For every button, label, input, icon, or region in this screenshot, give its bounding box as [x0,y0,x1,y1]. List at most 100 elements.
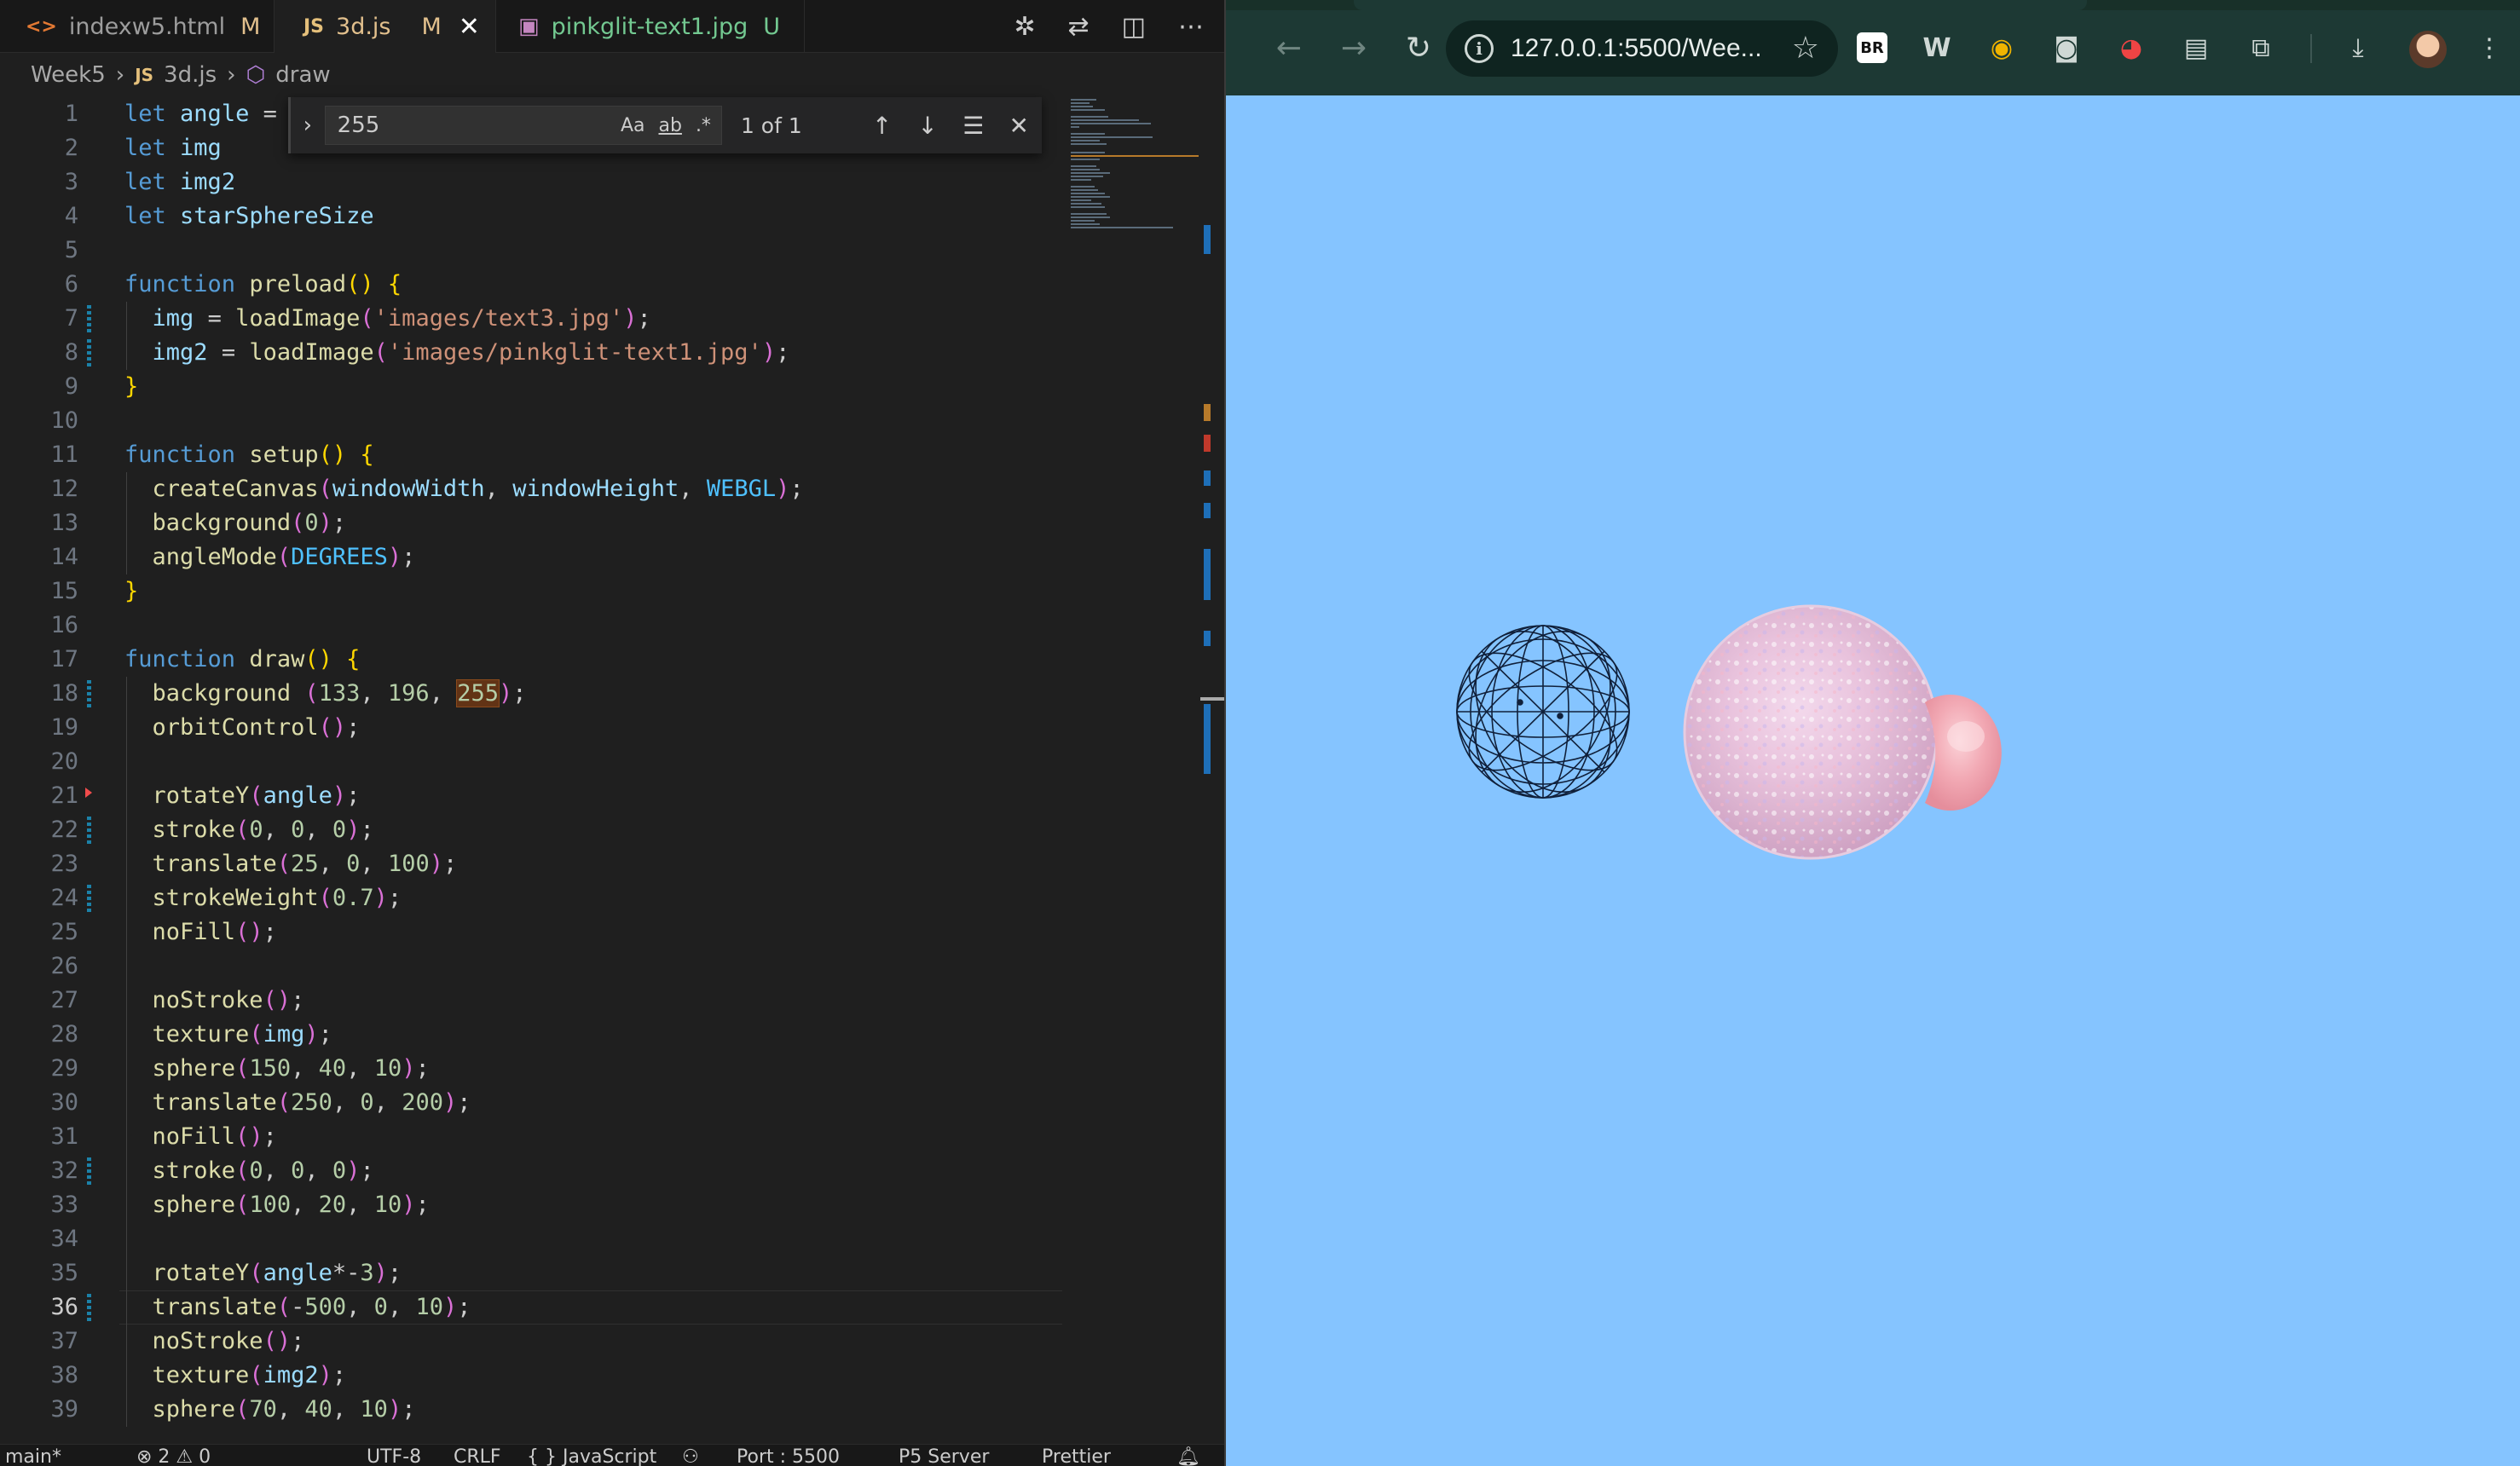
image-file-icon: ▣ [518,14,540,39]
code-line: 39 sphere(70, 40, 10); [0,1393,1224,1427]
breadcrumb-folder[interactable]: Week5 [31,62,106,88]
code-line: 7 img = loadImage('images/text3.jpg'); [0,302,1224,336]
p5-canvas[interactable] [1226,95,2520,1466]
document-extension-icon[interactable]: ▤ [2177,29,2215,66]
line-number: 23 [50,851,78,877]
code-line: 29 sphere(150, 40, 10); [0,1052,1224,1086]
line-number: 34 [50,1226,78,1252]
match-whole-word-icon[interactable]: ab [658,115,681,136]
encoding-indicator[interactable]: UTF-8 [367,1446,421,1466]
regex-icon[interactable]: .* [696,115,711,136]
line-number: 2 [64,135,78,161]
branch-indicator[interactable]: main* [5,1446,61,1466]
code-line: 23 translate(25, 0, 100); [0,847,1224,881]
webgl-scene [1456,604,2002,860]
js-file-icon: JS [303,15,325,38]
wireframe-sphere [1456,625,1630,799]
color-picker-extension-icon[interactable]: ◕ [2113,29,2150,66]
breadcrumb: Week5 › JS 3d.js › ⬡ draw [0,53,1224,97]
find-in-selection-icon[interactable]: ☰ [951,112,997,140]
code-line: 20 [0,745,1224,779]
w-extension-icon[interactable]: W [1918,29,1956,66]
code-line: 27 noStroke(); [0,984,1224,1018]
deleted-lines-marker[interactable] [85,788,92,798]
tab-pinkglit-jpg[interactable]: ▣ pinkglit-text1.jpg U [496,0,805,53]
close-icon[interactable]: ✕ [459,12,480,42]
line-number: 32 [50,1157,78,1184]
line-number: 12 [50,476,78,502]
code-line: 37 noStroke(); [0,1325,1224,1359]
line-number: 5 [64,237,78,263]
code-line: 13 background(0); [0,506,1224,540]
code-line: 25 noFill(); [0,915,1224,949]
line-number: 37 [50,1328,78,1354]
code-line: 16 [0,609,1224,643]
copilot-icon[interactable]: ⚇ [682,1446,699,1466]
split-editor-icon[interactable]: ◫ [1122,12,1146,42]
problems-indicator[interactable]: ⊗ 2 ⚠ 0 [136,1446,211,1466]
code-line: 21 rotateY(angle); [0,779,1224,813]
breadcrumb-file[interactable]: 3d.js [164,62,217,88]
compare-changes-icon[interactable]: ⇄ [1068,12,1089,42]
p5-server-indicator[interactable]: P5 Server [899,1446,989,1466]
tab-label: indexw5.html [68,13,226,40]
line-number: 26 [50,953,78,979]
find-input[interactable]: 255 Aa ab .* [324,106,722,145]
bookmark-star-icon[interactable]: ☆ [1792,31,1819,66]
site-info-icon[interactable]: i [1465,34,1494,63]
br-extension-icon[interactable]: BR [1857,32,1887,63]
code-editor: <> indexw5.html M JS 3d.js M ✕ ▣ pinkgli… [0,0,1224,1466]
glitter-sphere [1683,604,1939,860]
puzzle-extensions-icon[interactable]: ⧉ [2242,29,2280,66]
port-indicator[interactable]: Port : 5500 [737,1446,840,1466]
extensions-icon[interactable]: ✲ [1014,12,1035,42]
code-line: 22 stroke(0, 0, 0); [0,813,1224,847]
prettier-indicator[interactable]: Prettier [1042,1446,1111,1466]
tab-label: 3d.js [336,13,391,40]
reload-icon[interactable]: ↻ [1395,24,1442,72]
camera-extension-icon[interactable]: ◙ [2048,29,2085,66]
code-line: 17 function draw() { [0,643,1224,677]
code-line: 15} [0,574,1224,609]
download-icon[interactable]: ⤓ [2339,29,2377,66]
tab-status: M [421,13,442,40]
line-number: 35 [50,1260,78,1286]
arrow-down-icon[interactable]: ↓ [905,112,951,140]
find-query: 255 [337,113,380,138]
tab-indexw5-html[interactable]: <> indexw5.html M [0,0,275,53]
address-bar[interactable]: i 127.0.0.1:5500/Wee... ☆ [1446,20,1838,77]
line-number: 29 [50,1055,78,1082]
breadcrumb-symbol[interactable]: draw [275,62,330,88]
chevron-right-icon[interactable]: › [291,113,325,138]
back-arrow-icon[interactable]: ← [1265,24,1313,72]
more-actions-icon[interactable]: ⋯ [1178,12,1204,42]
line-number: 38 [50,1362,78,1388]
match-case-icon[interactable]: Aa [621,115,645,136]
notifications-icon[interactable]: 🔔︎ [1176,1446,1200,1466]
tab-label: pinkglit-text1.jpg [551,13,748,40]
code-area[interactable]: 1 let angle = 2 let img 3 let img2 4 let sta… [0,97,1224,1427]
browser-window: ← → ↻ i 127.0.0.1:5500/Wee... ☆ BR W ◉ ◙… [1226,0,2520,1466]
line-number: 28 [50,1021,78,1048]
code-line: 18 background (133, 196, 255); [0,677,1224,711]
eol-indicator[interactable]: CRLF [454,1446,501,1466]
minimap[interactable] [1071,97,1200,242]
line-number: 9 [64,373,78,400]
profile-avatar[interactable] [2409,31,2447,68]
eye-extension-icon[interactable]: ◉ [1983,29,2020,66]
language-indicator[interactable]: { } JavaScript [527,1446,656,1466]
line-number: 20 [50,748,78,775]
editor-scrollbar[interactable] [1200,97,1224,1444]
forward-arrow-icon[interactable]: → [1330,24,1378,72]
close-icon[interactable]: ✕ [996,112,1042,140]
line-number: 21 [50,782,78,809]
line-number: 15 [50,578,78,604]
more-menu-icon[interactable]: ⋮ [2471,29,2508,66]
line-number: 39 [50,1396,78,1423]
arrow-up-icon[interactable]: ↑ [859,112,905,140]
code-line: 8 img2 = loadImage('images/pinkglit-text… [0,336,1224,370]
line-number: 13 [50,510,78,536]
code-line: 11 function setup() { [0,438,1224,472]
line-number: 33 [50,1192,78,1218]
tab-3d-js[interactable]: JS 3d.js M ✕ [275,0,496,53]
